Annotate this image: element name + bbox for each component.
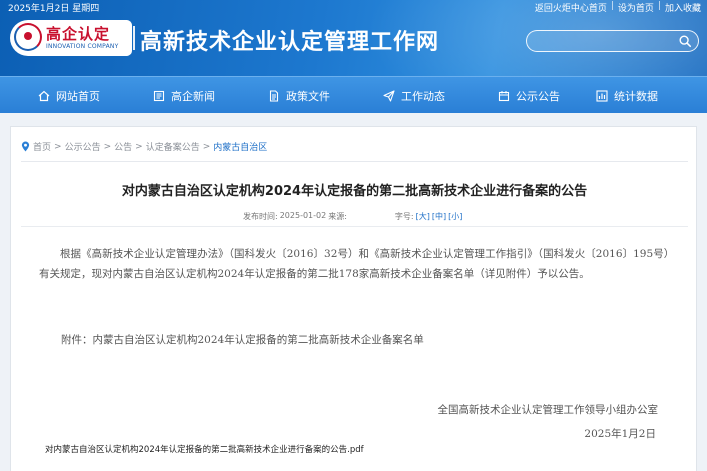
- link-torch-center-home[interactable]: 返回火炬中心首页: [535, 1, 607, 14]
- article-body: 根据《高新技术企业认定管理办法》（国科发火〔2016〕32号）和《高新技术企业认…: [39, 248, 669, 280]
- site-header: 2025年1月2日 星期四 返回火炬中心首页 | 设为首页 | 加入收藏 高企认…: [0, 0, 707, 76]
- site-logo[interactable]: 高企认定 INNOVATION COMPANY: [10, 20, 132, 56]
- logo-emblem-icon: [14, 23, 42, 51]
- breadcrumb-filing-notices[interactable]: 认定备案公告: [146, 140, 200, 153]
- document-icon: [269, 89, 279, 102]
- logo-text-en: INNOVATION COMPANY: [46, 43, 119, 50]
- nav-item-work-updates[interactable]: 工作动态: [383, 77, 445, 114]
- signature-org: 全国高新技术企业认定管理工作领导小组办公室: [437, 404, 659, 416]
- title-divider: [133, 26, 135, 50]
- published-label: 发布时间:: [243, 212, 278, 221]
- top-links: 返回火炬中心首页 | 设为首页 | 加入收藏: [535, 1, 701, 14]
- article-meta: 发布时间: 2025-01-02 来源: 字号: [大] [中] [小]: [243, 211, 462, 222]
- breadcrumb-separator: >: [202, 141, 211, 152]
- announcement-icon: [498, 90, 510, 101]
- link-set-homepage[interactable]: 设为首页: [618, 1, 654, 14]
- current-date: 2025年1月2日 星期四: [8, 4, 100, 14]
- signature-date: 2025年1月2日: [584, 428, 656, 440]
- nav-item-home[interactable]: 网站首页: [38, 77, 100, 114]
- breadcrumb: 首页 > 公示公告 > 公告 > 认定备案公告 > 内蒙古自治区: [21, 140, 267, 153]
- font-size-small[interactable]: [小]: [448, 211, 462, 222]
- article-title: 对内蒙古自治区认定机构2024年认定报备的第二批高新技术企业进行备案的公告: [121, 184, 588, 199]
- nav-item-label: 高企新闻: [171, 89, 215, 103]
- nav-item-label: 网站首页: [56, 89, 100, 103]
- nav-item-label: 工作动态: [401, 89, 445, 103]
- search-box[interactable]: [526, 30, 699, 52]
- published-date: 2025-01-02: [279, 211, 327, 220]
- divider: [21, 161, 688, 162]
- separator: |: [610, 1, 614, 11]
- nav-item-label: 政策文件: [286, 89, 330, 103]
- breadcrumb-separator: >: [103, 141, 112, 152]
- chart-icon: [596, 89, 608, 102]
- article-card: 首页 > 公示公告 > 公告 > 认定备案公告 > 内蒙古自治区 对内蒙古自治区…: [10, 126, 697, 471]
- separator: |: [657, 1, 661, 11]
- nav-item-news[interactable]: 高企新闻: [153, 77, 215, 114]
- news-icon: [153, 90, 165, 101]
- nav-item-label: 统计数据: [614, 89, 658, 103]
- site-title: 高新技术企业认定管理工作网: [140, 30, 440, 55]
- main-nav: 网站首页 高企新闻 政策文件 工作动态 公示公告 统计数据: [0, 76, 707, 113]
- attachment-note: 附件：内蒙古自治区认定机构2024年认定报备的第二批高新技术企业备案名单: [61, 334, 424, 346]
- font-size-label: 字号:: [394, 212, 414, 221]
- search-icon[interactable]: [678, 34, 692, 48]
- search-input[interactable]: [535, 33, 675, 49]
- breadcrumb-announcements[interactable]: 公示公告: [65, 140, 101, 153]
- link-add-favorite[interactable]: 加入收藏: [665, 1, 701, 14]
- nav-item-label: 公示公告: [516, 89, 560, 103]
- breadcrumb-separator: >: [135, 141, 143, 152]
- attachment-pdf-link[interactable]: 对内蒙古自治区认定机构2024年认定报备的第二批高新技术企业进行备案的公告.pd…: [45, 443, 364, 455]
- nav-item-announcements[interactable]: 公示公告: [498, 77, 560, 114]
- source-label: 来源:: [328, 212, 347, 221]
- font-size-large[interactable]: [大]: [416, 211, 430, 222]
- font-size-medium[interactable]: [中]: [432, 211, 446, 222]
- breadcrumb-home[interactable]: 首页: [33, 140, 51, 153]
- logo-text-cn: 高企认定: [46, 25, 111, 43]
- nav-item-policy[interactable]: 政策文件: [268, 77, 330, 114]
- send-icon: [383, 89, 395, 102]
- breadcrumb-current[interactable]: 内蒙古自治区: [213, 140, 267, 153]
- signature-block: 全国高新技术企业认定管理工作领导小组办公室 2025年1月2日: [438, 398, 659, 446]
- breadcrumb-notices[interactable]: 公告: [114, 140, 132, 153]
- home-icon: [38, 90, 50, 101]
- divider: [21, 226, 688, 227]
- location-pin-icon: [21, 141, 30, 152]
- nav-item-statistics[interactable]: 统计数据: [596, 77, 658, 114]
- breadcrumb-separator: >: [54, 141, 62, 152]
